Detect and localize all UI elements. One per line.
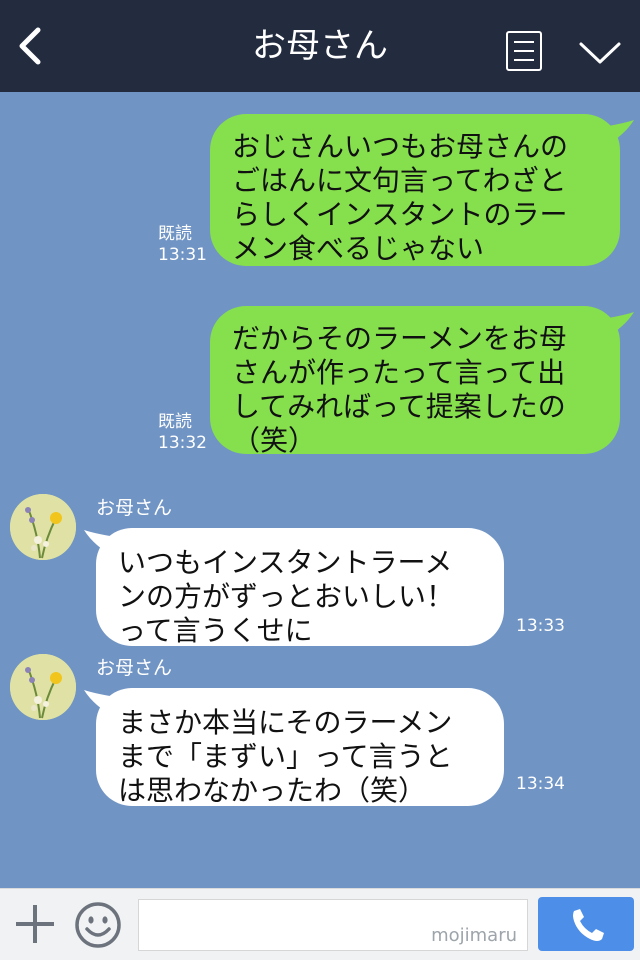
message-line: ごはんに文句言ってわざと <box>232 164 567 197</box>
message-time: 13:33 <box>516 616 565 636</box>
bubble-tail <box>596 312 634 340</box>
their-message-bubble[interactable]: まさか本当にそのラーメン まで「まずい」って言うと は思わなかったわ（笑） <box>96 688 504 807</box>
read-receipt: 既読 <box>158 224 192 244</box>
message-line: メン食べるじゃない <box>232 232 485 265</box>
smiley-icon[interactable] <box>74 901 122 949</box>
message-meta: 既読 13:32 <box>158 412 207 454</box>
my-message-bubble[interactable]: だからそのラーメンをお母 さんが作ったって言って出 してみればって提案したの （… <box>210 306 620 457</box>
plus-icon[interactable] <box>14 903 56 945</box>
message-line: って言うくせに <box>118 614 313 647</box>
watermark: mojimaru <box>431 925 517 946</box>
message-input[interactable]: mojimaru <box>138 899 528 951</box>
message-line: さんが作ったって言って出 <box>232 356 566 389</box>
avatar[interactable] <box>10 494 76 560</box>
chat-title: お母さん <box>252 26 388 66</box>
menu-list-icon[interactable] <box>506 31 542 71</box>
sender-name: お母さん <box>96 657 173 679</box>
my-message-bubble[interactable]: おじさんいつもお母さんの ごはんに文句言ってわざと らしくインスタントのラー メ… <box>210 114 620 266</box>
message-line: （笑） <box>232 424 317 457</box>
message-line: だからそのラーメンをお母 <box>232 322 567 355</box>
message-line: いつもインスタントラーメ <box>118 546 453 579</box>
chat-header: お母さん <box>0 0 640 92</box>
message-time: 13:34 <box>516 774 565 794</box>
chevron-down-icon[interactable] <box>578 38 622 68</box>
message-input-bar: mojimaru <box>0 888 640 960</box>
message-line: まで「まずい」って言うと <box>118 740 453 773</box>
message-time: 13:31 <box>158 245 207 265</box>
message-line: まさか本当にそのラーメン <box>118 706 453 739</box>
message-line: してみればって提案したの <box>232 390 566 423</box>
read-receipt: 既読 <box>158 412 192 432</box>
call-button[interactable] <box>538 897 634 951</box>
message-line: は思わなかったわ（笑） <box>118 774 427 807</box>
bubble-tail <box>596 120 634 148</box>
message-meta: 既読 13:31 <box>158 224 207 266</box>
their-message-bubble[interactable]: いつもインスタントラーメ ンの方がずっとおいしい！ って言うくせに <box>96 528 504 647</box>
message-line: ンの方がずっとおいしい！ <box>118 580 455 613</box>
message-time: 13:32 <box>158 433 207 453</box>
phone-icon <box>573 909 604 941</box>
message-line: おじさんいつもお母さんの <box>232 130 569 163</box>
message-line: らしくインスタントのラー <box>232 198 568 231</box>
avatar[interactable] <box>10 654 76 720</box>
sender-name: お母さん <box>96 497 173 519</box>
